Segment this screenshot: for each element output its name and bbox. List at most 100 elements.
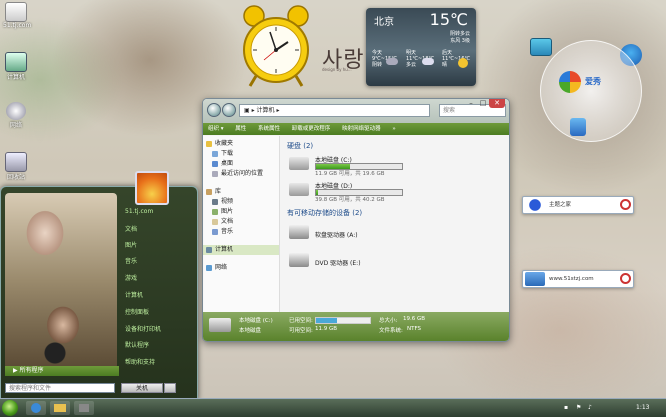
search-icon[interactable] bbox=[620, 199, 631, 210]
start-item-music[interactable]: 音乐 bbox=[125, 256, 137, 265]
removable-header[interactable]: 有可移动存储的设备 (2) bbox=[287, 208, 507, 218]
nav-documents[interactable]: 文档 bbox=[203, 217, 279, 227]
start-item-help[interactable]: 帮助和支持 bbox=[125, 357, 155, 366]
start-item-games[interactable]: 游戏 bbox=[125, 273, 137, 282]
nav-favorites[interactable]: 收藏夹 bbox=[203, 139, 279, 149]
desktop-icon-browser[interactable]: 51.tj.com bbox=[3, 2, 31, 29]
maximize-button[interactable]: □ bbox=[477, 99, 489, 108]
user-search-icon bbox=[525, 272, 545, 286]
taskbar-media-button[interactable] bbox=[74, 401, 94, 415]
nav-videos[interactable]: 视频 bbox=[203, 197, 279, 207]
drive-item[interactable]: 本地磁盘 (D:) 39.8 GB 可用，共 40.2 GB bbox=[287, 180, 507, 203]
all-programs-button[interactable]: ▶ 所有程序 bbox=[5, 366, 119, 376]
nav-libraries[interactable]: 库 bbox=[203, 187, 279, 197]
hard-disk-header[interactable]: 硬盘 (2) bbox=[287, 141, 507, 151]
monitor-icon[interactable] bbox=[530, 38, 552, 56]
organize-button[interactable]: 组织 ▾ bbox=[208, 126, 224, 132]
nav-desktop[interactable]: 桌面 bbox=[203, 159, 279, 169]
brand-logo-icon bbox=[559, 71, 581, 93]
search-widget-2[interactable]: www.51stzj.com bbox=[522, 270, 634, 288]
desktop-icon-recycle[interactable]: 回收站 bbox=[3, 152, 29, 181]
drive-item[interactable]: 本地磁盘 (C:) 11.9 GB 可用，共 19.6 GB bbox=[287, 154, 507, 177]
clock-gadget[interactable] bbox=[240, 4, 312, 88]
start-menu: 51.tj.com 文档 图片 音乐 游戏 计算机 控制面板 设备和打印机 默认… bbox=[0, 171, 198, 400]
document-icon bbox=[212, 219, 218, 225]
more-button[interactable]: » bbox=[392, 126, 395, 132]
network-icon bbox=[206, 265, 212, 271]
start-item-control-panel[interactable]: 控制面板 bbox=[125, 307, 149, 316]
navigation-pane: 收藏夹 下载 桌面 最近访问的位置 库 视频 图片 文档 音乐 计算机 网络 bbox=[203, 136, 280, 312]
command-bar: 组织 ▾ 属性 系统属性 卸载或更改程序 映射网络驱动器 » bbox=[203, 123, 509, 135]
details-drive-icon bbox=[209, 318, 231, 332]
forward-button[interactable] bbox=[222, 103, 236, 117]
window-titlebar[interactable]: ▣ ▸ 计算机 ▸ 搜索 – □ ✕ bbox=[203, 99, 509, 123]
browser-icon bbox=[31, 403, 41, 413]
details-fs-label: 文件系统: bbox=[379, 328, 403, 334]
minimize-button[interactable]: – bbox=[465, 99, 477, 108]
taskbar-ie-button[interactable] bbox=[26, 401, 46, 415]
start-button[interactable] bbox=[2, 400, 18, 416]
brand-name: 爱秀 bbox=[585, 77, 601, 86]
hard-disk-icon bbox=[289, 183, 309, 196]
flag-tray-icon[interactable]: ⚑ bbox=[576, 404, 581, 411]
start-item-website[interactable]: 51.tj.com bbox=[125, 208, 153, 215]
taskbar-explorer-button[interactable] bbox=[50, 401, 70, 415]
search-widget-1[interactable]: 主题之家 bbox=[522, 196, 634, 214]
search-widget-text: www.51stzj.com bbox=[549, 276, 594, 282]
floppy-drive-icon bbox=[289, 225, 309, 239]
address-bar[interactable]: ▣ ▸ 计算机 ▸ bbox=[239, 104, 430, 117]
desktop-icon-network[interactable]: 网络 bbox=[3, 102, 29, 129]
device-item[interactable]: 软盘驱动器 (A:) bbox=[287, 221, 507, 245]
details-total-value: 19.6 GB bbox=[403, 316, 426, 322]
properties-button[interactable]: 属性 bbox=[235, 126, 246, 132]
uninstall-button[interactable]: 卸载或更改程序 bbox=[292, 126, 331, 132]
window-controls: – □ ✕ bbox=[465, 99, 505, 108]
nav-music[interactable]: 音乐 bbox=[203, 227, 279, 237]
download-folder-icon bbox=[212, 151, 218, 157]
search-icon[interactable] bbox=[620, 273, 631, 284]
details-free-label: 可用空间: bbox=[289, 328, 313, 334]
drive-space: 11.9 GB 可用，共 19.6 GB bbox=[315, 171, 385, 177]
explorer-window[interactable]: ▣ ▸ 计算机 ▸ 搜索 – □ ✕ 组织 ▾ 属性 系统属性 卸载或更改程序 映射网… bbox=[202, 98, 510, 342]
brand-widget[interactable]: 爱秀 bbox=[540, 40, 642, 142]
details-pane: 本地磁盘 (C:) 本地磁盘 已用空间: 可用空间: 11.9 GB 总大小: … bbox=[203, 312, 509, 341]
start-search-input[interactable]: 搜索程序和文件 bbox=[5, 383, 115, 393]
clock[interactable]: 1:13 bbox=[636, 404, 649, 411]
nav-downloads[interactable]: 下载 bbox=[203, 149, 279, 159]
network-tray-icon[interactable]: ▪ bbox=[564, 404, 568, 411]
picture-icon bbox=[212, 209, 218, 215]
details-usage-fill bbox=[316, 318, 338, 323]
details-fs-value: NTFS bbox=[407, 326, 422, 332]
start-item-documents[interactable]: 文档 bbox=[125, 224, 137, 233]
shield-icon[interactable] bbox=[570, 118, 586, 136]
back-button[interactable] bbox=[207, 103, 221, 117]
device-name: DVD 驱动器 (E:) bbox=[315, 260, 361, 267]
shutdown-button[interactable]: 关机 bbox=[121, 383, 163, 393]
device-item[interactable]: DVD 驱动器 (E:) bbox=[287, 249, 507, 273]
shutdown-options-button[interactable] bbox=[164, 383, 176, 393]
start-menu-photo bbox=[5, 193, 117, 369]
media-player-icon bbox=[79, 404, 89, 412]
weather-city: 北京 bbox=[374, 17, 394, 28]
start-item-pictures[interactable]: 图片 bbox=[125, 240, 137, 249]
music-icon bbox=[212, 229, 218, 235]
user-picture[interactable] bbox=[135, 171, 169, 205]
map-drive-button[interactable]: 映射网络驱动器 bbox=[342, 126, 381, 132]
nav-recent[interactable]: 最近访问的位置 bbox=[203, 169, 279, 179]
start-item-default-programs[interactable]: 默认程序 bbox=[125, 340, 149, 349]
weather-gadget[interactable]: 北京 15℃ 阴转多云 东风 3级 今天 9℃~15℃ 阴转 明天 11℃~18℃ 多云… bbox=[366, 8, 476, 86]
desktop-icon-computer[interactable]: 计算机 bbox=[3, 52, 29, 81]
sun-icon bbox=[458, 58, 468, 68]
volume-tray-icon[interactable]: ♪ bbox=[588, 404, 592, 411]
nav-pictures[interactable]: 图片 bbox=[203, 207, 279, 217]
system-properties-button[interactable]: 系统属性 bbox=[258, 126, 280, 132]
close-button[interactable]: ✕ bbox=[489, 99, 505, 108]
start-item-devices[interactable]: 设备和打印机 bbox=[125, 324, 161, 333]
desktop-icon-label: 计算机 bbox=[6, 74, 25, 81]
video-icon bbox=[212, 199, 218, 205]
nav-computer[interactable]: 计算机 bbox=[203, 245, 279, 255]
start-item-computer[interactable]: 计算机 bbox=[125, 290, 143, 299]
search-widget-text: 主题之家 bbox=[549, 202, 572, 208]
wallpaper-subtext: design by hu... bbox=[322, 67, 352, 72]
nav-network[interactable]: 网络 bbox=[203, 263, 279, 273]
